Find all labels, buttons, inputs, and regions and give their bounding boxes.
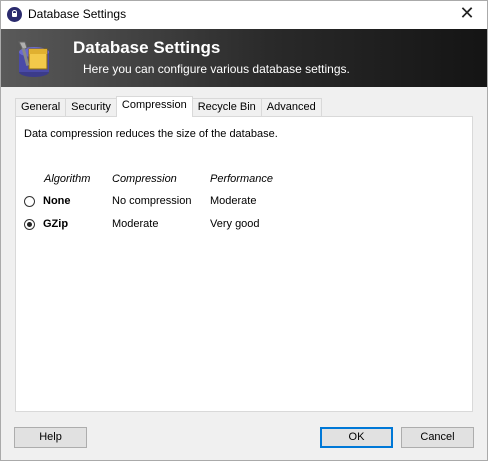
close-button[interactable]: ✕ bbox=[447, 1, 487, 29]
compression-panel: Data compression reduces the size of the… bbox=[15, 116, 473, 412]
settings-tabs: General Security Compression Recycle Bin… bbox=[15, 96, 322, 117]
tab-security[interactable]: Security bbox=[65, 98, 117, 117]
tab-recycle-bin[interactable]: Recycle Bin bbox=[191, 98, 262, 117]
option-none-compression: No compression bbox=[112, 195, 192, 207]
option-none-label[interactable]: None bbox=[43, 195, 71, 207]
tab-general[interactable]: General bbox=[15, 98, 67, 117]
tab-compression[interactable]: Compression bbox=[115, 96, 193, 117]
window-title: Database Settings bbox=[28, 7, 127, 21]
column-header-compression: Compression bbox=[112, 173, 177, 185]
tab-advanced[interactable]: Advanced bbox=[260, 98, 322, 117]
radio-gzip[interactable] bbox=[24, 219, 35, 230]
help-button[interactable]: Help bbox=[14, 427, 87, 448]
compression-description: Data compression reduces the size of the… bbox=[24, 128, 278, 140]
header-banner: Database Settings Here you can configure… bbox=[1, 29, 487, 87]
banner-title: Database Settings bbox=[73, 38, 221, 57]
option-gzip-performance: Very good bbox=[210, 218, 260, 230]
banner-subtitle: Here you can configure various database … bbox=[83, 62, 350, 76]
option-none-performance: Moderate bbox=[210, 195, 257, 207]
lock-icon bbox=[7, 7, 22, 22]
title-bar[interactable]: Database Settings ✕ bbox=[1, 1, 487, 29]
database-settings-icon bbox=[18, 41, 49, 77]
column-header-algorithm: Algorithm bbox=[44, 173, 91, 185]
cancel-button[interactable]: Cancel bbox=[401, 427, 474, 448]
column-header-performance: Performance bbox=[210, 173, 273, 185]
option-gzip-label[interactable]: GZip bbox=[43, 218, 68, 230]
radio-none[interactable] bbox=[24, 196, 35, 207]
option-gzip-compression: Moderate bbox=[112, 218, 159, 230]
database-settings-window: Database Settings ✕ Database Settings He… bbox=[0, 0, 488, 461]
ok-button[interactable]: OK bbox=[320, 427, 393, 448]
